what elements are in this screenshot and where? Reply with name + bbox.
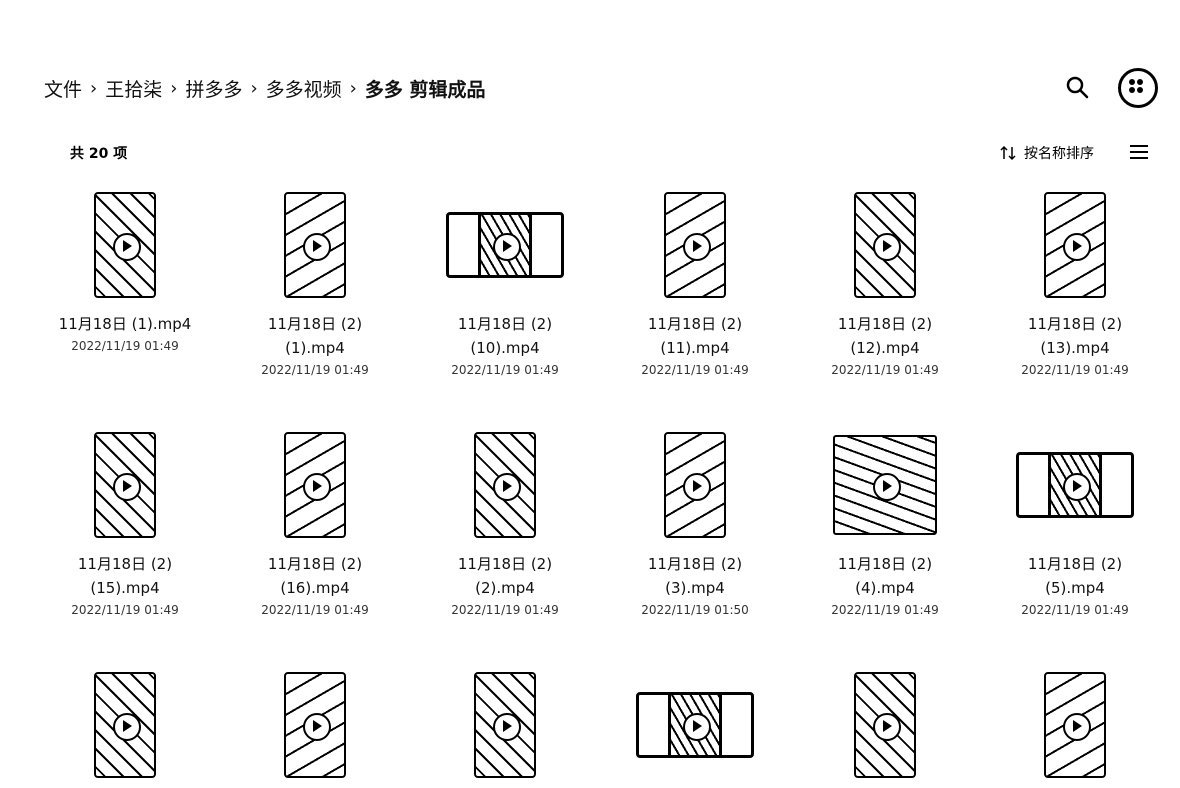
video-thumbnail	[410, 190, 600, 300]
file-item[interactable]	[30, 670, 220, 780]
sort-arrows-icon	[1000, 145, 1016, 161]
file-date: 2022/11/19 01:49	[71, 603, 179, 617]
file-item[interactable]: 11月18日 (2) (15).mp4 2022/11/19 01:49	[30, 430, 220, 620]
file-name: 11月18日 (2) (16).mp4	[267, 555, 363, 597]
file-name: 11月18日 (2) (2).mp4	[457, 555, 553, 597]
file-name: 11月18日 (2) (13).mp4	[1027, 315, 1123, 357]
item-count: 共 20 项	[70, 146, 128, 162]
file-name: 11月18日 (1).mp4	[58, 315, 192, 333]
file-item[interactable]: 11月18日 (2) (3).mp4 2022/11/19 01:50	[600, 430, 790, 620]
video-thumbnail	[30, 190, 220, 300]
breadcrumb-separator: ›	[170, 77, 178, 99]
play-icon	[873, 233, 901, 261]
file-date: 2022/11/19 01:49	[831, 603, 939, 617]
play-icon	[683, 473, 711, 501]
video-thumbnail	[410, 430, 600, 540]
list-view-icon[interactable]	[1130, 145, 1148, 161]
video-thumbnail	[980, 670, 1170, 780]
file-name: 11月18日 (2) (3).mp4	[647, 555, 743, 597]
video-thumbnail	[30, 430, 220, 540]
file-item[interactable]: 11月18日 (2) (5).mp4 2022/11/19 01:49	[980, 430, 1170, 620]
file-item[interactable]: 11月18日 (2) (13).mp4 2022/11/19 01:49	[980, 190, 1170, 380]
file-name: 11月18日 (2) (12).mp4	[837, 315, 933, 357]
video-thumbnail	[600, 190, 790, 300]
breadcrumb-separator: ›	[250, 77, 258, 99]
video-thumbnail	[220, 190, 410, 300]
breadcrumb: 文件 › 王拾柒 › 拼多多 › 多多视频 › 多多 剪辑成品	[44, 70, 486, 106]
file-date: 2022/11/19 01:49	[1021, 363, 1129, 377]
file-date: 2022/11/19 01:49	[451, 363, 559, 377]
file-item[interactable]: 11月18日 (2) (4).mp4 2022/11/19 01:49	[790, 430, 980, 620]
file-name: 11月18日 (2) (4).mp4	[837, 555, 933, 597]
play-icon	[1063, 473, 1091, 501]
play-icon	[873, 473, 901, 501]
breadcrumb-separator: ›	[90, 77, 98, 99]
file-item[interactable]: 11月18日 (2) (16).mp4 2022/11/19 01:49	[220, 430, 410, 620]
file-item[interactable]: 11月18日 (2) (10).mp4 2022/11/19 01:49	[410, 190, 600, 380]
video-thumbnail	[790, 430, 980, 540]
file-item[interactable]: 11月18日 (2) (11).mp4 2022/11/19 01:49	[600, 190, 790, 380]
video-thumbnail	[220, 670, 410, 780]
breadcrumb-item[interactable]: 王拾柒	[105, 75, 162, 102]
play-icon	[303, 233, 331, 261]
file-item[interactable]	[410, 670, 600, 780]
file-date: 2022/11/19 01:49	[451, 603, 559, 617]
file-date: 2022/11/19 01:49	[831, 363, 939, 377]
file-date: 2022/11/19 01:49	[641, 363, 749, 377]
video-thumbnail	[790, 190, 980, 300]
play-icon	[873, 713, 901, 741]
play-icon	[493, 713, 521, 741]
video-thumbnail	[410, 670, 600, 780]
breadcrumb-item[interactable]: 文件	[44, 75, 82, 102]
file-item[interactable]	[600, 670, 790, 780]
file-item[interactable]	[790, 670, 980, 780]
breadcrumb-item[interactable]: 多多视频	[266, 75, 342, 102]
play-icon	[493, 233, 521, 261]
file-date: 2022/11/19 01:49	[261, 603, 369, 617]
sort-label: 按名称排序	[1024, 146, 1094, 162]
play-icon	[303, 713, 331, 741]
video-thumbnail	[980, 190, 1170, 300]
play-icon	[113, 473, 141, 501]
file-item[interactable]: 11月18日 (2) (12).mp4 2022/11/19 01:49	[790, 190, 980, 380]
video-thumbnail	[980, 430, 1170, 540]
video-thumbnail	[600, 430, 790, 540]
file-name: 11月18日 (2) (1).mp4	[267, 315, 363, 357]
file-name: 11月18日 (2) (11).mp4	[647, 315, 743, 357]
file-name: 11月18日 (2) (15).mp4	[77, 555, 173, 597]
play-icon	[303, 473, 331, 501]
file-name: 11月18日 (2) (5).mp4	[1027, 555, 1123, 597]
video-thumbnail	[220, 430, 410, 540]
breadcrumb-separator: ›	[349, 77, 357, 99]
file-date: 2022/11/19 01:50	[641, 603, 749, 617]
breadcrumb-item[interactable]: 拼多多	[185, 75, 242, 102]
video-thumbnail	[600, 670, 790, 780]
search-icon[interactable]	[1062, 72, 1094, 104]
play-icon	[1063, 233, 1091, 261]
video-thumbnail	[790, 670, 980, 780]
file-item[interactable]	[980, 670, 1170, 780]
breadcrumb-current: 多多 剪辑成品	[364, 78, 486, 101]
video-thumbnail	[30, 670, 220, 780]
play-icon	[1063, 713, 1091, 741]
sort-button[interactable]: 按名称排序	[1000, 143, 1094, 163]
file-date: 2022/11/19 01:49	[71, 339, 179, 353]
file-item[interactable]: 11月18日 (2) (2).mp4 2022/11/19 01:49	[410, 430, 600, 620]
file-item[interactable]	[220, 670, 410, 780]
play-icon	[683, 233, 711, 261]
file-date: 2022/11/19 01:49	[1021, 603, 1129, 617]
file-item[interactable]: 11月18日 (1).mp4 2022/11/19 01:49	[30, 190, 220, 356]
play-icon	[683, 713, 711, 741]
file-date: 2022/11/19 01:49	[261, 363, 369, 377]
file-name: 11月18日 (2) (10).mp4	[457, 315, 553, 357]
play-icon	[113, 233, 141, 261]
file-item[interactable]: 11月18日 (2) (1).mp4 2022/11/19 01:49	[220, 190, 410, 380]
more-menu-icon[interactable]	[1118, 68, 1158, 108]
play-icon	[493, 473, 521, 501]
play-icon	[113, 713, 141, 741]
